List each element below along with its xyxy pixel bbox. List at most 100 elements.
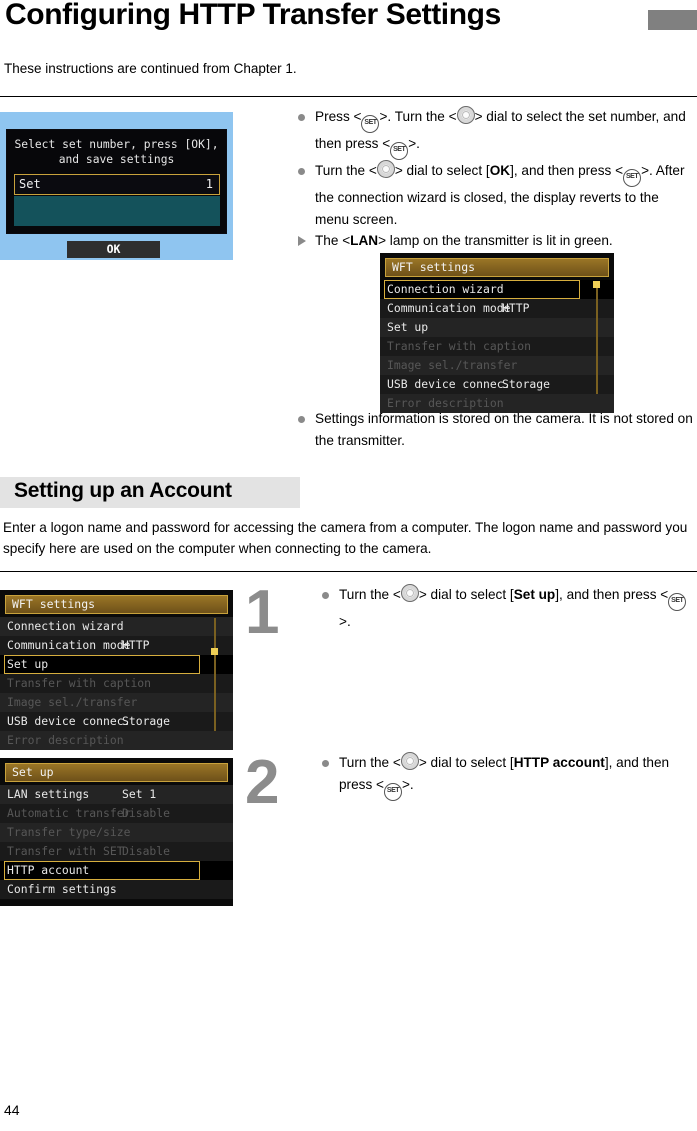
menu-header-label: Set up (12, 765, 54, 779)
emphasis-text: OK (489, 163, 511, 178)
step-2-instruction: Turn the < > dial to select [HTTP account… (318, 752, 694, 801)
instruction-text: >. Turn the < (379, 109, 457, 124)
set-number-value: 1 (205, 177, 213, 191)
menu-row[interactable]: HTTP account (0, 861, 233, 880)
scrollbar-track[interactable] (214, 618, 216, 731)
set-button-icon: SET (383, 782, 402, 801)
page-title: Configuring HTTP Transfer Settings (5, 0, 501, 31)
menu-rows: Connection wizard Communication mode HTTP S… (0, 617, 233, 750)
menu-header: WFT settings (5, 595, 228, 614)
menu-row-value: Disable (122, 806, 171, 820)
instruction-text: The < (315, 233, 351, 248)
instruction-text: >. (339, 614, 351, 629)
instruction-text: >. (408, 136, 420, 151)
menu-row-label: Transfer with caption (7, 676, 152, 690)
ok-button[interactable]: OK (67, 241, 160, 258)
screenshot-wft-settings-set-up: WFT settings Connection wizard Communicat… (0, 590, 233, 750)
menu-header: Set up (5, 763, 228, 782)
menu-rows: Connection wizard Communication mode HTTP S… (380, 280, 614, 413)
menu-rows: LAN settings Set 1 Automatic transfer Disab… (0, 785, 233, 899)
instruction-text: > dial to select [ (418, 587, 514, 602)
instruction-text: Turn the < (339, 587, 401, 602)
dialog-prompt-line1: Select set number, press [OK], (14, 138, 219, 151)
menu-row[interactable]: Transfer with caption (0, 674, 233, 693)
menu-row[interactable]: Image sel./transfer (380, 356, 614, 375)
menu-row[interactable]: USB device connec. Storage (380, 375, 614, 394)
menu-row[interactable]: Set up (380, 318, 614, 337)
menu-row[interactable]: Transfer with SET Disable (0, 842, 233, 861)
instruction-text: Settings information is stored on the ca… (315, 411, 693, 448)
menu-row-value: HTTP (122, 638, 150, 652)
instruction-bullet: The <LAN> lamp on the transmitter is lit… (294, 230, 694, 252)
set-button-icon: SET (623, 169, 642, 187)
instruction-text: >. (401, 776, 414, 792)
section-header: Setting up an Account (0, 477, 300, 508)
instruction-text: ], and then press < (510, 163, 624, 178)
screenshot-set-up-http-account: Set up LAN settings Set 1 Automatic transf… (0, 758, 233, 906)
divider-top (0, 96, 697, 97)
quick-control-dial-icon (456, 106, 475, 124)
menu-row[interactable]: Connection wizard (380, 280, 614, 299)
menu-row-label: USB device connec. (387, 377, 511, 391)
divider-middle (0, 571, 697, 572)
bullet-list-step1: Turn the < > dial to select [Set up], and… (318, 584, 694, 633)
instruction-bullet: Settings information is stored on the ca… (294, 408, 694, 451)
menu-row-label: LAN settings (7, 787, 90, 801)
menu-row[interactable]: Set up (0, 655, 233, 674)
set-number-row[interactable]: Set 1 (14, 174, 220, 195)
menu-header-label: WFT settings (392, 260, 476, 274)
menu-row-label: HTTP account (7, 863, 90, 877)
instruction-text: > dial to select [ (394, 163, 490, 178)
lcd-dialog: Select set number, press [OK], and save … (6, 129, 227, 234)
menu-row[interactable]: Transfer type/size (0, 823, 233, 842)
menu-row[interactable]: Automatic transfer Disable (0, 804, 233, 823)
menu-row-label: Confirm settings (7, 882, 117, 896)
menu-row[interactable]: Image sel./transfer (0, 693, 233, 712)
bullet-list: Press < SET >. Turn the < > dial to select … (294, 106, 694, 252)
instruction-bullet: Turn the < > dial to select [OK], and the… (294, 160, 694, 230)
instruction-text: > lamp on the transmitter is lit in gree… (378, 233, 613, 248)
menu-row-value: Storage (502, 377, 551, 391)
screenshot-select-set-number: Select set number, press [OK], and save … (0, 112, 233, 260)
page-number: 44 (4, 1102, 20, 1118)
section-body-text: Enter a logon name and password for acce… (3, 520, 688, 556)
step-1-instruction: Turn the < > dial to select [Set up], and… (318, 584, 694, 633)
menu-row-label: Communication mode (387, 301, 511, 315)
menu-row[interactable]: LAN settings Set 1 (0, 785, 233, 804)
menu-row[interactable]: USB device connec. Storage (0, 712, 233, 731)
bullet-list-step2: Turn the < > dial to select [HTTP account… (318, 752, 694, 801)
menu-row-label: Connection wizard (387, 282, 504, 296)
chapter-thumb-tab (648, 10, 697, 30)
instruction-text: Press < (315, 109, 362, 124)
menu-row[interactable]: Confirm settings (0, 880, 233, 899)
instruction-text: > dial to select [ (418, 755, 514, 770)
menu-row-label: Automatic transfer (7, 806, 131, 820)
menu-selection-highlight (384, 280, 580, 299)
scrollbar-thumb[interactable] (211, 648, 218, 655)
set-button-icon: SET (390, 142, 409, 160)
set-number-label: Set (19, 177, 41, 191)
note-instruction-list: Settings information is stored on the ca… (294, 408, 694, 451)
instruction-bullet: Turn the < > dial to select [Set up], and… (318, 584, 694, 633)
quick-control-dial-icon (400, 752, 419, 770)
menu-row-value: Storage (122, 714, 171, 728)
menu-row[interactable]: Communication mode HTTP (0, 636, 233, 655)
menu-row[interactable]: Error description (0, 731, 233, 750)
instruction-text: Turn the < (339, 755, 401, 770)
menu-row[interactable]: Transfer with caption (380, 337, 614, 356)
menu-row[interactable]: Communication mode HTTP (380, 299, 614, 318)
menu-row-label: Image sel./transfer (387, 358, 518, 372)
instruction-text: ], and then press < (555, 587, 669, 602)
menu-row-label: Transfer with caption (387, 339, 532, 353)
menu-row-label: Connection wizard (7, 619, 124, 633)
menu-row-label: Set up (7, 657, 49, 671)
instruction-text: Turn the < (315, 163, 377, 178)
scrollbar-track[interactable] (596, 281, 598, 394)
step-number-2: 2 (245, 748, 280, 817)
dialog-prompt-line2: and save settings (58, 153, 175, 166)
instruction-bullet: Turn the < > dial to select [HTTP account… (318, 752, 694, 801)
emphasis-text: Set up (513, 587, 556, 602)
menu-header-label: WFT settings (12, 597, 96, 611)
scrollbar-thumb[interactable] (593, 281, 600, 288)
menu-row[interactable]: Connection wizard (0, 617, 233, 636)
